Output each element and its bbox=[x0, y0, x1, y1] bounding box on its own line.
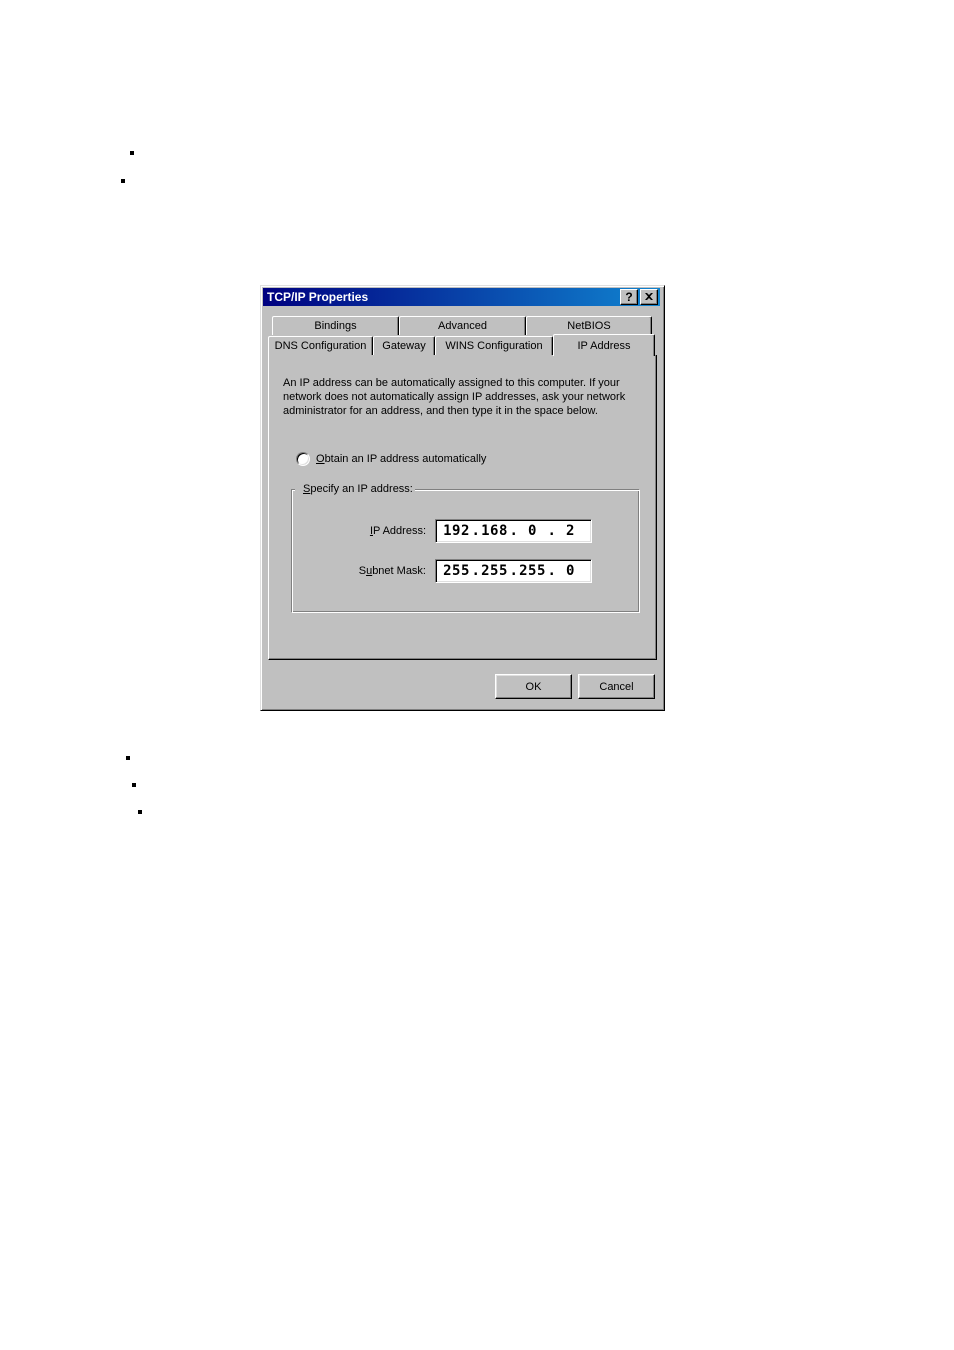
bullet-decoration bbox=[121, 179, 125, 183]
radio-obtain-ip[interactable]: Obtain an IP address automatically bbox=[296, 452, 486, 466]
specify-group-frame bbox=[291, 489, 640, 613]
tab-ip-address[interactable]: IP Address bbox=[553, 334, 655, 356]
radio-obtain-label: Obtain an IP address automatically bbox=[316, 453, 486, 465]
dialog-title: TCP/IP Properties bbox=[267, 290, 620, 304]
radio-icon bbox=[296, 452, 310, 466]
tab-advanced[interactable]: Advanced bbox=[399, 316, 526, 335]
subnet-mask-input[interactable]: 255. 255. 255. 0 bbox=[435, 559, 592, 583]
tab-wins-configuration[interactable]: WINS Configuration bbox=[435, 336, 553, 355]
help-text: An IP address can be automatically assig… bbox=[283, 376, 643, 418]
ip-address-label: IP Address: bbox=[326, 525, 426, 537]
bullet-decoration bbox=[130, 151, 134, 155]
subnet-mask-label: Subnet Mask: bbox=[326, 565, 426, 577]
tab-gateway[interactable]: Gateway bbox=[373, 336, 435, 355]
radio-specify-ip[interactable]: Specify an IP address: bbox=[295, 482, 415, 496]
tab-dns-configuration[interactable]: DNS Configuration bbox=[268, 336, 373, 355]
tab-bindings[interactable]: Bindings bbox=[272, 316, 399, 335]
radio-specify-label: Specify an IP address: bbox=[303, 483, 413, 495]
ip-address-input[interactable]: 192. 168. 0. 2 bbox=[435, 519, 592, 543]
bullet-decoration bbox=[126, 756, 130, 760]
cancel-button[interactable]: Cancel bbox=[578, 674, 655, 699]
ok-button[interactable]: OK bbox=[495, 674, 572, 699]
bullet-decoration bbox=[138, 810, 142, 814]
tab-netbios[interactable]: NetBIOS bbox=[526, 316, 652, 335]
tcpip-properties-dialog: TCP/IP Properties ? Bindings Advanced Ne… bbox=[260, 285, 665, 711]
bullet-decoration bbox=[132, 783, 136, 787]
titlebar[interactable]: TCP/IP Properties ? bbox=[263, 288, 660, 306]
close-button[interactable] bbox=[640, 289, 658, 305]
help-button[interactable]: ? bbox=[620, 289, 638, 305]
